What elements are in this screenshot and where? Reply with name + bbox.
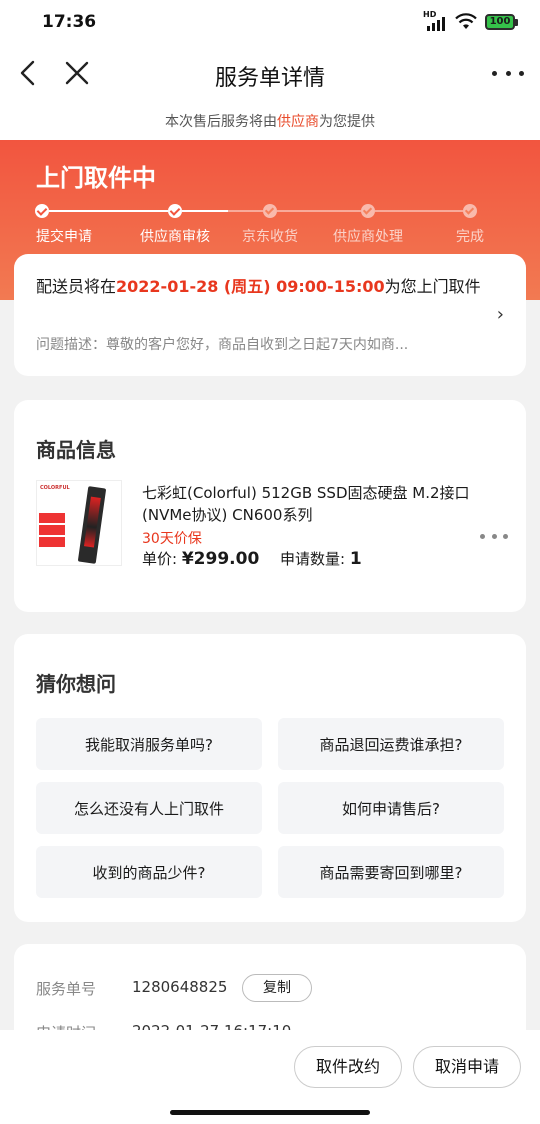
step-label: 京东收货 [242, 229, 298, 245]
cancel-application-button[interactable]: 取消申请 [413, 1046, 521, 1088]
notice-prefix: 本次售后服务将由 [165, 114, 277, 130]
faq-section-title: 猜你想问 [36, 672, 116, 696]
status-bar: 17:36 HD 100 [0, 0, 540, 46]
pickup-prefix: 配送员将在 [36, 277, 117, 296]
faq-grid: 我能取消服务单吗? 商品退回运费谁承担? 怎么还没有人上门取件 如何申请售后? … [36, 718, 504, 898]
signal-icon: HD [423, 10, 447, 32]
product-price: 单价: ¥299.00 [142, 548, 259, 569]
wifi-icon [455, 13, 477, 29]
service-provider-notice: 本次售后服务将由供应商为您提供 [0, 104, 540, 140]
home-indicator [170, 1110, 370, 1115]
product-info-card: 商品信息 COLORFUL 七彩虹(Colorful) 512GB SSD固态硬… [14, 400, 526, 612]
chevron-right-icon[interactable]: › [497, 304, 504, 325]
step-connector [375, 210, 463, 212]
notice-provider-link[interactable]: 供应商 [277, 114, 319, 130]
step-connector [277, 210, 361, 212]
faq-item[interactable]: 我能取消服务单吗? [36, 718, 262, 770]
faq-card: 猜你想问 我能取消服务单吗? 商品退回运费谁承担? 怎么还没有人上门取件 如何申… [14, 634, 526, 922]
product-quantity: 申请数量: 1 [280, 548, 362, 569]
step-check-icon [35, 204, 49, 218]
step-label: 供应商审核 [140, 229, 210, 245]
faq-item[interactable]: 收到的商品少件? [36, 846, 262, 898]
pickup-card[interactable]: 配送员将在2022-01-28 (周五) 09:00-15:00为您上门取件 问… [14, 254, 526, 376]
change-pickup-button[interactable]: 取件改约 [294, 1046, 402, 1088]
order-number-value: 1280648825 [132, 978, 228, 996]
product-name[interactable]: 七彩虹(Colorful) 512GB SSD固态硬盘 M.2接口(NVMe协议… [142, 482, 472, 526]
price-protection-tag: 30天价保 [142, 531, 202, 547]
order-number-label: 服务单号 [36, 980, 97, 998]
faq-item[interactable]: 如何申请售后? [278, 782, 504, 834]
step-label: 提交申请 [36, 229, 92, 245]
step-label: 供应商处理 [333, 229, 403, 245]
step-check-icon [463, 204, 477, 218]
problem-description: 问题描述：尊敬的客户您好，商品自收到之日起7天内如商... [36, 337, 409, 353]
step-check-icon [168, 204, 182, 218]
status-icons: HD 100 [423, 10, 518, 32]
faq-item[interactable]: 商品需要寄回到哪里? [278, 846, 504, 898]
page-title: 服务单详情 [214, 66, 325, 91]
product-image[interactable]: COLORFUL [36, 480, 122, 566]
qty-label: 申请数量: [280, 550, 346, 568]
nav-bar: 服务单详情 [0, 46, 540, 104]
bottom-action-bar: 取件改约 取消申请 [0, 1030, 540, 1124]
more-icon[interactable] [492, 66, 524, 80]
price-label: 单价: [142, 550, 178, 568]
faq-item[interactable]: 商品退回运费谁承担? [278, 718, 504, 770]
battery-level: 100 [485, 14, 515, 30]
qty-value: 1 [349, 549, 362, 569]
service-status-title: 上门取件中 [36, 164, 156, 192]
copy-button[interactable]: 复制 [242, 974, 312, 1002]
pickup-suffix: 为您上门取件 [384, 277, 481, 296]
status-time: 17:36 [42, 12, 97, 32]
notice-suffix: 为您提供 [319, 114, 375, 130]
step-check-icon [361, 204, 375, 218]
pickup-datetime: 2022-01-28 (周五) 09:00-15:00 [116, 277, 385, 296]
pickup-schedule: 配送员将在2022-01-28 (周五) 09:00-15:00为您上门取件 [36, 276, 486, 298]
step-connector [49, 210, 168, 212]
step-check-icon [263, 204, 277, 218]
step-label: 完成 [456, 229, 484, 245]
step-connector-active [182, 210, 228, 212]
faq-item[interactable]: 怎么还没有人上门取件 [36, 782, 262, 834]
more-options-icon[interactable] [480, 532, 508, 540]
price-value: ¥299.00 [181, 549, 260, 569]
product-section-title: 商品信息 [36, 438, 116, 462]
battery-icon: 100 [485, 14, 518, 30]
